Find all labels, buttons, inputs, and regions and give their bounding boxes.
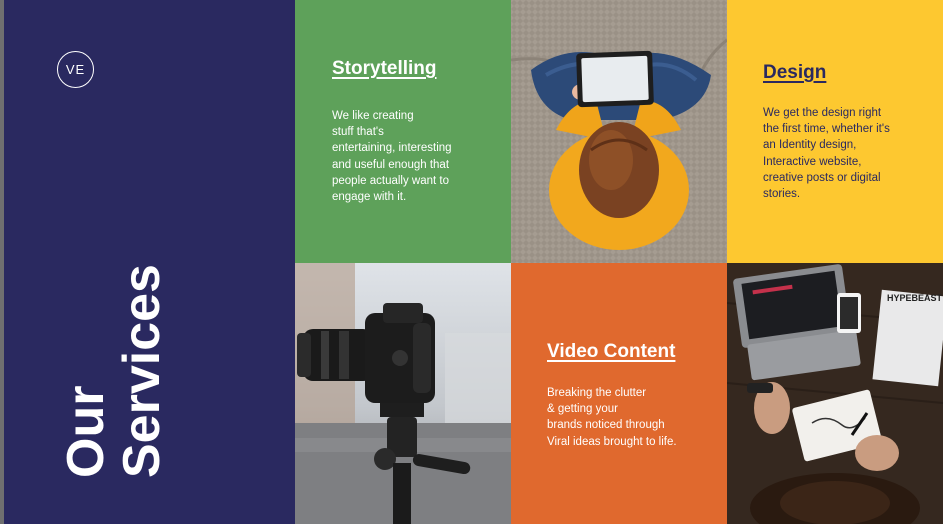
storytelling-heading: Storytelling	[332, 58, 437, 79]
designer-desk-photo: HYPEBEAST	[727, 263, 943, 524]
video-content-heading: Video Content	[547, 341, 676, 362]
storytelling-description: We like creating stuff that's entertaini…	[332, 110, 452, 204]
section-title: Our Services	[54, 258, 174, 478]
video-content-tile: Video Content Breaking the clutter & get…	[511, 263, 727, 524]
design-tile: Design We get the design right the first…	[727, 0, 943, 263]
woman-tablet-illustration	[511, 0, 727, 263]
design-heading: Design	[763, 62, 827, 83]
ve-logo: VE	[57, 51, 94, 88]
title-line-our: Our	[57, 385, 115, 478]
storytelling-tile: Storytelling We like creating stuff that…	[295, 0, 511, 263]
camera-illustration	[295, 263, 511, 524]
desk-illustration: HYPEBEAST	[727, 263, 943, 524]
magazine-title: HYPEBEAST	[887, 293, 943, 303]
camera-on-tripod-photo	[295, 263, 511, 524]
sidebar-panel: VE Our Services	[4, 0, 295, 524]
services-slide: VE Our Services Storytelling We like cre…	[0, 0, 943, 524]
title-line-services: Services	[113, 264, 171, 478]
design-description: We get the design right the first time, …	[763, 107, 890, 201]
video-content-description: Breaking the clutter & getting your bran…	[547, 387, 677, 448]
woman-with-tablet-photo	[511, 0, 727, 263]
